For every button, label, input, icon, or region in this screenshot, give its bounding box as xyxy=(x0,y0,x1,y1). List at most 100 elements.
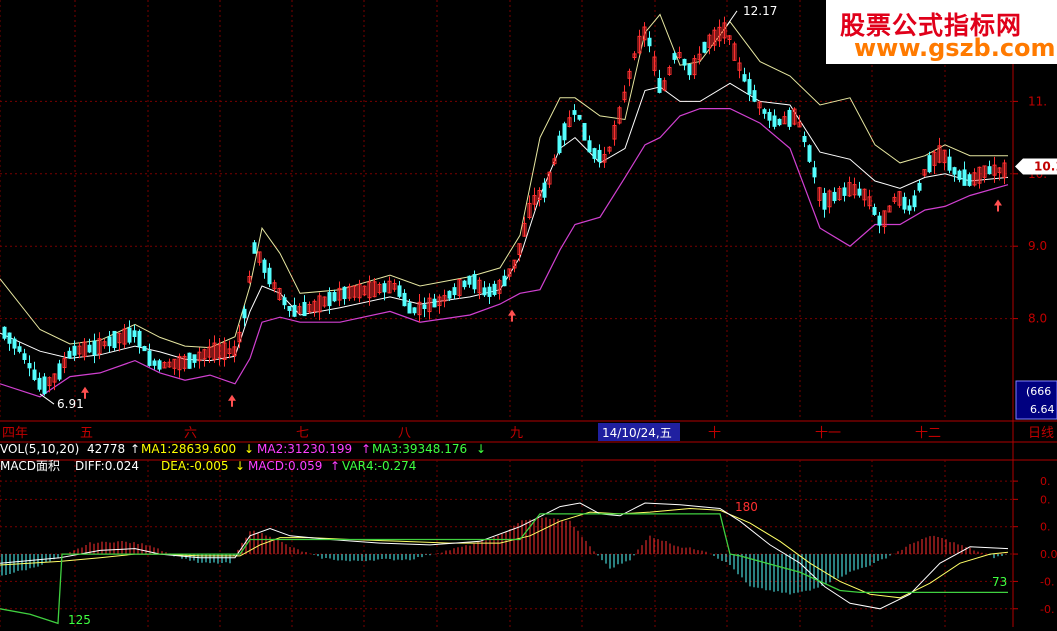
vol-ma1: MA1:28639.600 xyxy=(141,442,236,456)
candle-body xyxy=(157,360,162,370)
date-cursor-label: 14/10/24,五 xyxy=(602,426,672,440)
macd-tick-label: 0. xyxy=(1040,493,1051,506)
candle-body xyxy=(877,215,882,226)
candle-body xyxy=(127,327,132,343)
x-axis-label: 四年 xyxy=(2,426,28,441)
candle-body xyxy=(292,304,297,317)
vol-ma2: MA2:31230.199 xyxy=(257,442,352,456)
candle-body xyxy=(87,344,92,353)
candle-body xyxy=(587,140,592,153)
x-axis-label: 九 xyxy=(510,426,523,441)
low-price-label: 6.91 xyxy=(57,397,84,411)
candle-body xyxy=(592,148,597,159)
candle-body xyxy=(287,305,292,311)
candle-body xyxy=(492,283,497,295)
candle-body xyxy=(187,352,192,369)
candle-body xyxy=(902,196,907,210)
current-price-label: 10.1 xyxy=(1034,160,1057,174)
candle-body xyxy=(192,354,197,363)
x-axis-label: 七 xyxy=(296,426,309,441)
candle-body xyxy=(462,280,467,288)
candle-body xyxy=(672,53,677,60)
candle-body xyxy=(132,330,137,337)
price-tick-label: 9.0 xyxy=(1028,239,1047,253)
x-axis-label: 十一 xyxy=(815,426,841,441)
candle-body xyxy=(342,286,347,300)
candle-body xyxy=(12,338,17,349)
candle-body xyxy=(957,170,962,180)
candle-body xyxy=(912,195,917,208)
x-axis-label: 十 xyxy=(708,426,721,441)
candle-body xyxy=(822,192,827,210)
candle-body xyxy=(92,340,97,356)
candle-body xyxy=(842,187,847,196)
candle-body xyxy=(807,145,812,162)
candle-body xyxy=(382,283,387,293)
candle-body xyxy=(747,79,752,95)
candle-body xyxy=(987,166,992,175)
macd-tick-label: 0.0 xyxy=(1040,548,1057,561)
candle-body xyxy=(397,285,402,297)
ma2-up-arrow: ↑ xyxy=(361,442,371,456)
candle-body xyxy=(17,346,22,352)
price-tick-label: 8.0 xyxy=(1028,312,1047,326)
candle-body xyxy=(7,332,12,344)
candle-body xyxy=(832,191,837,202)
watermark-logo: 股票公式指标网 www.gszb.com xyxy=(826,0,1057,64)
candle-body xyxy=(542,182,547,198)
candle-body xyxy=(432,298,437,308)
x-axis-label: 日线 xyxy=(1028,426,1054,441)
candle-body xyxy=(332,292,337,302)
macd-tick-label: 0. xyxy=(1040,521,1051,534)
candle-body xyxy=(467,275,472,285)
candle-body xyxy=(597,149,602,162)
candle-body xyxy=(772,115,777,127)
candle-body xyxy=(137,330,142,347)
candle-body xyxy=(502,275,507,287)
macd-tick-label: 0. xyxy=(1040,475,1051,488)
candle-body xyxy=(482,287,487,296)
candle-body xyxy=(282,297,287,306)
x-axis-label: 八 xyxy=(398,426,411,441)
candle-body xyxy=(447,290,452,299)
candle-body xyxy=(872,206,877,215)
macd-var4-value: VAR4:-0.274 xyxy=(342,459,416,473)
candle-body xyxy=(242,308,247,319)
candle-body xyxy=(27,363,32,369)
candle-body xyxy=(687,63,692,76)
candle-body xyxy=(762,109,767,114)
dea-down-arrow: ↓ xyxy=(235,459,245,473)
candle-body xyxy=(752,90,757,102)
candle-body xyxy=(917,182,922,191)
vol-up-arrow: ↑ xyxy=(130,442,140,456)
stock-chart-window: 11.10.9.08.012.176.9110.1(6666.64四年五六七八九… xyxy=(0,0,1057,627)
macd-tick-label: -0. xyxy=(1040,603,1054,616)
candle-body xyxy=(422,304,427,310)
vol-value: 42778 xyxy=(87,442,125,456)
candle-body xyxy=(952,167,957,175)
candle-body xyxy=(647,37,652,47)
candle-body xyxy=(767,112,772,121)
candlestick-chart[interactable]: 11.10.9.08.012.176.9110.1(6666.64四年五六七八九… xyxy=(0,0,1057,627)
candle-body xyxy=(557,135,562,154)
candle-body xyxy=(302,301,307,317)
candle-body xyxy=(32,369,37,380)
macd-up-arrow: ↑ xyxy=(330,459,340,473)
macd-annotation-125: 125 xyxy=(68,613,91,627)
candle-body xyxy=(412,307,417,314)
candle-body xyxy=(147,350,152,366)
ma1-down-arrow: ↓ xyxy=(244,442,254,456)
candle-body xyxy=(67,350,72,359)
vol-ma3: MA3:39348.176 xyxy=(372,442,467,456)
x-axis-label: 五 xyxy=(80,426,93,441)
macd-dea-value: DEA:-0.005 xyxy=(161,459,229,473)
side-box-line-1: (666 xyxy=(1026,385,1051,398)
candle-body xyxy=(742,74,747,82)
macd-annotation-73: 73 xyxy=(992,575,1007,589)
x-axis-label: 十二 xyxy=(915,426,941,441)
candle-body xyxy=(252,242,257,254)
candle-body xyxy=(962,169,967,186)
x-axis-label: 六 xyxy=(184,426,197,441)
macd-annotation-180: 180 xyxy=(735,500,758,514)
candle-body xyxy=(2,326,7,339)
